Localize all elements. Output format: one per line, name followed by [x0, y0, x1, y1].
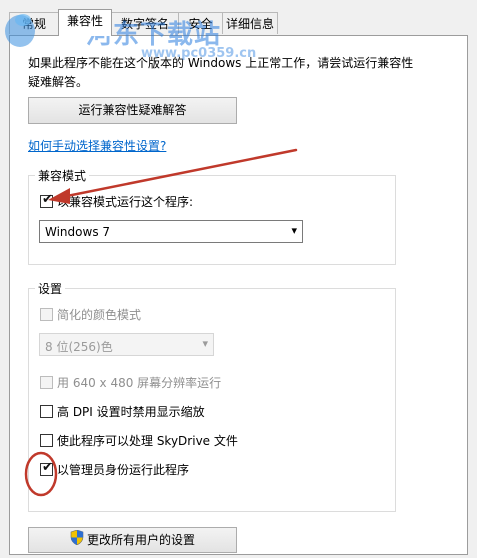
annotation-circle [24, 451, 58, 497]
watermark-url: www.pc0359.cn [141, 46, 257, 61]
tab-compatibility[interactable]: 兼容性 [58, 9, 112, 36]
watermark-logo-icon [2, 10, 38, 50]
annotation-arrow [48, 148, 298, 204]
